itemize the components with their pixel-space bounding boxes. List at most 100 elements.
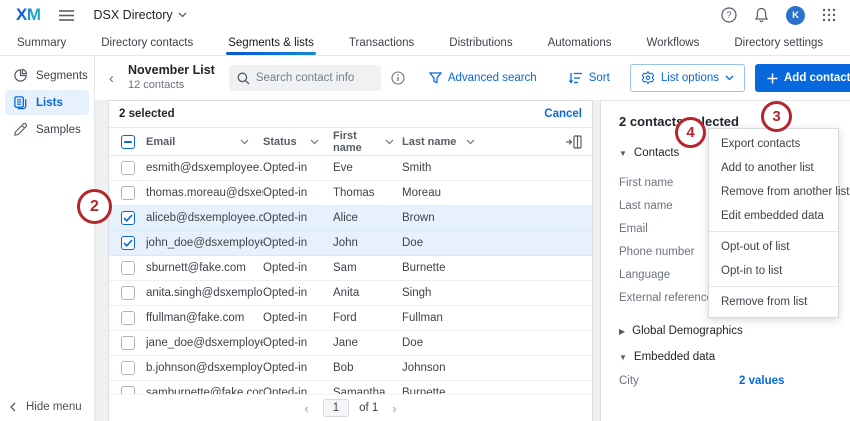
menu-item-add-to-another-list[interactable]: Add to another list xyxy=(709,156,838,180)
chevron-left-icon xyxy=(10,402,16,412)
cell-status: Opted-in xyxy=(263,362,333,374)
cell-last-name: Singh xyxy=(402,287,592,299)
row-checkbox[interactable] xyxy=(121,336,135,350)
global-demographics-section-toggle[interactable]: ▶ Global Demographics xyxy=(619,325,850,337)
primary-tab-bar: Summary Directory contacts Segments & li… xyxy=(0,30,850,56)
cell-last-name: Doe xyxy=(402,237,592,249)
sort-label: Sort xyxy=(589,72,610,84)
status-column-chevron-icon[interactable] xyxy=(310,139,319,145)
menu-item-remove-from-another-list[interactable]: Remove from another list xyxy=(709,180,838,204)
hide-menu-button[interactable]: Hide menu xyxy=(10,401,82,413)
sidebar-item-samples[interactable]: Samples xyxy=(5,117,89,142)
table-row[interactable]: anita.singh@dsxemployee... Opted-in Anit… xyxy=(109,281,592,306)
select-all-checkbox[interactable] xyxy=(121,135,135,149)
top-right-actions: ? K xyxy=(721,6,836,25)
triangle-down-icon: ▼ xyxy=(619,353,627,362)
back-button[interactable]: ‹ xyxy=(105,70,118,87)
add-column-icon[interactable] xyxy=(566,135,582,149)
column-header-first-name[interactable]: First name xyxy=(333,130,385,154)
hamburger-menu-icon[interactable] xyxy=(59,10,74,21)
row-checkbox[interactable] xyxy=(121,361,135,375)
app-switcher-waffle-icon[interactable] xyxy=(822,8,836,22)
notifications-bell-icon[interactable] xyxy=(754,7,769,23)
annotation-step-2: 2 xyxy=(77,189,112,224)
search-text-field[interactable] xyxy=(256,72,373,84)
tab-transactions[interactable]: Transactions xyxy=(347,30,416,55)
triangle-right-icon: ▶ xyxy=(619,327,625,336)
table-row[interactable]: thomas.moreau@dsxempl... Opted-in Thomas… xyxy=(109,181,592,206)
table-row[interactable]: b.johnson@dsxemployee.... Opted-in Bob J… xyxy=(109,356,592,381)
xm-logo: XM xyxy=(16,5,41,25)
cell-first-name: Bob xyxy=(333,362,402,374)
tab-workflows[interactable]: Workflows xyxy=(645,30,702,55)
embedded-data-section-toggle[interactable]: ▼ Embedded data xyxy=(619,351,850,363)
embedded-field-city-label: City xyxy=(619,375,739,387)
help-icon[interactable]: ? xyxy=(721,7,737,23)
menu-item-opt-in-to-list[interactable]: Opt-in to list xyxy=(709,259,838,283)
row-checkbox-checked[interactable] xyxy=(121,211,135,225)
app-window: XM DSX Directory ? K Summary Directory c… xyxy=(0,0,850,421)
next-page-button[interactable]: › xyxy=(388,401,400,416)
column-header-email[interactable]: Email xyxy=(146,136,175,148)
tab-distributions[interactable]: Distributions xyxy=(447,30,514,55)
row-checkbox[interactable] xyxy=(121,286,135,300)
cell-email: aliceb@dsxemployee.com xyxy=(146,212,263,224)
row-checkbox[interactable] xyxy=(121,311,135,325)
tab-directory-settings[interactable]: Directory settings xyxy=(732,30,825,55)
menu-item-remove-from-list[interactable]: Remove from list xyxy=(709,290,838,314)
column-header-status[interactable]: Status xyxy=(263,136,297,148)
list-contact-count: 12 contacts xyxy=(128,79,215,93)
table-row[interactable]: sburnett@fake.com Opted-in Sam Burnette xyxy=(109,256,592,281)
search-input[interactable] xyxy=(229,65,381,91)
table-row-selected[interactable]: john_doe@dsxemployee.... Opted-in John D… xyxy=(109,231,592,256)
email-column-chevron-icon[interactable] xyxy=(240,139,249,145)
cell-first-name: Ford xyxy=(333,312,402,324)
contacts-table: 2 selected Cancel Email Status xyxy=(108,100,593,421)
sidebar-item-segments[interactable]: Segments xyxy=(5,63,89,88)
list-options-button[interactable]: List options xyxy=(630,64,745,92)
table-row[interactable]: jane_doe@dsxemployee.... Opted-in Jane D… xyxy=(109,331,592,356)
menu-item-opt-out-of-list[interactable]: Opt-out of list xyxy=(709,235,838,259)
add-contacts-button[interactable]: Add contacts to list xyxy=(755,64,850,92)
table-row[interactable]: ffullman@fake.com Opted-in Ford Fullman xyxy=(109,306,592,331)
current-page-input[interactable]: 1 xyxy=(323,399,349,417)
last-name-column-chevron-icon[interactable] xyxy=(466,139,475,145)
directory-switcher[interactable]: DSX Directory xyxy=(94,8,187,22)
row-checkbox[interactable] xyxy=(121,261,135,275)
advanced-search-button[interactable]: Advanced search xyxy=(429,72,537,84)
add-contacts-label: Add contacts to list xyxy=(784,72,850,84)
row-checkbox-checked[interactable] xyxy=(121,236,135,250)
menu-item-edit-embedded-data[interactable]: Edit embedded data xyxy=(709,204,838,228)
embedded-data-row: City 2 values xyxy=(619,375,850,387)
tab-segments-lists[interactable]: Segments & lists xyxy=(226,30,316,55)
plus-icon xyxy=(767,73,778,84)
search-info-icon[interactable] xyxy=(391,71,405,85)
menu-divider xyxy=(709,286,838,287)
row-checkbox[interactable] xyxy=(121,186,135,200)
cell-status: Opted-in xyxy=(263,337,333,349)
first-name-column-chevron-icon[interactable] xyxy=(385,139,394,145)
table-row-selected[interactable]: aliceb@dsxemployee.com Opted-in Alice Br… xyxy=(109,206,592,231)
menu-item-export-contacts[interactable]: Export contacts xyxy=(709,132,838,156)
cell-email: jane_doe@dsxemployee.... xyxy=(146,337,263,349)
user-avatar[interactable]: K xyxy=(786,6,805,25)
selected-count: 2 selected xyxy=(119,108,175,120)
cell-last-name: Smith xyxy=(402,162,592,174)
tab-directory-contacts[interactable]: Directory contacts xyxy=(99,30,195,55)
sidebar-item-lists[interactable]: Lists xyxy=(5,90,89,115)
contacts-section-label: Contacts xyxy=(634,147,679,159)
cell-first-name: Anita xyxy=(333,287,402,299)
sort-button[interactable]: Sort xyxy=(569,72,610,84)
segments-pie-icon xyxy=(13,68,28,83)
cancel-selection-button[interactable]: Cancel xyxy=(544,108,582,120)
tab-automations[interactable]: Automations xyxy=(546,30,614,55)
top-bar: XM DSX Directory ? K xyxy=(0,0,850,30)
previous-page-button[interactable]: ‹ xyxy=(300,401,312,416)
column-header-last-name[interactable]: Last name xyxy=(402,136,456,148)
row-checkbox[interactable] xyxy=(121,161,135,175)
cell-status: Opted-in xyxy=(263,287,333,299)
cell-email: esmith@dsxemployee.com xyxy=(146,162,263,174)
table-row[interactable]: esmith@dsxemployee.com Opted-in Eve Smit… xyxy=(109,156,592,181)
embedded-field-city-values-link[interactable]: 2 values xyxy=(739,375,784,387)
tab-summary[interactable]: Summary xyxy=(15,30,68,55)
